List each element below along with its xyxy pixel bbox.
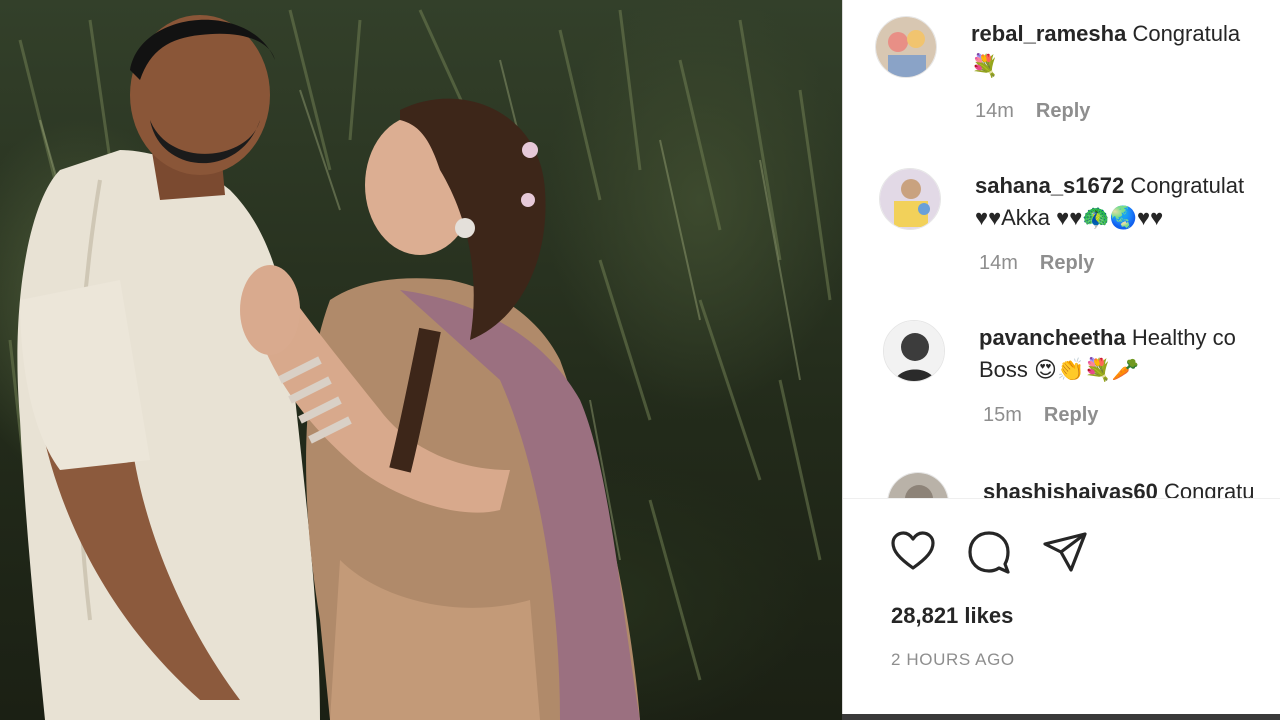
like-count[interactable]: 28,821 likes	[891, 603, 1013, 629]
comment-username[interactable]: shashishaivas60	[983, 479, 1158, 498]
comment-item: rebal_ramesha Congratula 💐 14m Reply	[843, 14, 1280, 134]
post-actions	[843, 520, 1280, 580]
comment-username[interactable]: rebal_ramesha	[971, 21, 1126, 46]
comment-username[interactable]: pavancheetha	[979, 325, 1126, 350]
comment-username[interactable]: sahana_s1672	[975, 173, 1124, 198]
section-divider	[843, 498, 1280, 499]
paper-plane-icon[interactable]	[1041, 528, 1089, 576]
heart-icon[interactable]	[889, 528, 937, 576]
comments-list[interactable]: rebal_ramesha Congratula 💐 14m Reply saha…	[843, 0, 1280, 498]
comment-text: shashishaivas60 Congratu	[983, 476, 1255, 498]
avatar[interactable]	[887, 472, 949, 498]
comment-body: Congratu	[1164, 479, 1255, 498]
comment-age: 14m	[975, 100, 1014, 122]
post-side-panel: rebal_ramesha Congratula 💐 14m Reply saha…	[842, 0, 1280, 720]
avatar[interactable]	[875, 16, 937, 78]
bottom-edge	[842, 714, 1280, 720]
reply-button[interactable]: Reply	[1040, 252, 1094, 274]
comment-meta: 15m Reply	[983, 404, 1098, 427]
comment-text: sahana_s1672 Congratulat ♥♥Akka ♥♥🦚🌏♥♥	[975, 170, 1244, 234]
avatar[interactable]	[879, 168, 941, 230]
comment-item: shashishaivas60 Congratu	[843, 472, 1280, 498]
comment-text: pavancheetha Healthy co Boss 😍👏💐🥕	[979, 322, 1236, 386]
comment-text: rebal_ramesha Congratula 💐	[971, 18, 1240, 82]
reply-button[interactable]: Reply	[1044, 404, 1098, 426]
comment-body: Congratulat	[1130, 173, 1245, 198]
comment-body-line2: Boss 😍👏💐🥕	[979, 357, 1140, 382]
comment-meta: 14m Reply	[979, 252, 1094, 275]
post-timestamp: 2 HOURS AGO	[891, 650, 1015, 669]
post-photo	[0, 0, 842, 720]
comment-item: pavancheetha Healthy co Boss 😍👏💐🥕 15m Rep…	[843, 320, 1280, 440]
comment-age: 15m	[983, 404, 1022, 426]
comment-body: Healthy co	[1131, 325, 1236, 350]
avatar[interactable]	[883, 320, 945, 382]
comment-bubble-icon[interactable]	[965, 528, 1013, 576]
comment-item: sahana_s1672 Congratulat ♥♥Akka ♥♥🦚🌏♥♥ 1…	[843, 168, 1280, 288]
comment-body-line2: 💐	[971, 53, 999, 78]
comment-body-line2: ♥♥Akka ♥♥🦚🌏♥♥	[975, 205, 1164, 230]
comment-body: Congratula	[1132, 21, 1241, 46]
couple-illustration	[8, 9, 832, 720]
comment-age: 14m	[979, 252, 1018, 274]
comment-meta: 14m Reply	[975, 100, 1090, 123]
reply-button[interactable]: Reply	[1036, 100, 1090, 122]
